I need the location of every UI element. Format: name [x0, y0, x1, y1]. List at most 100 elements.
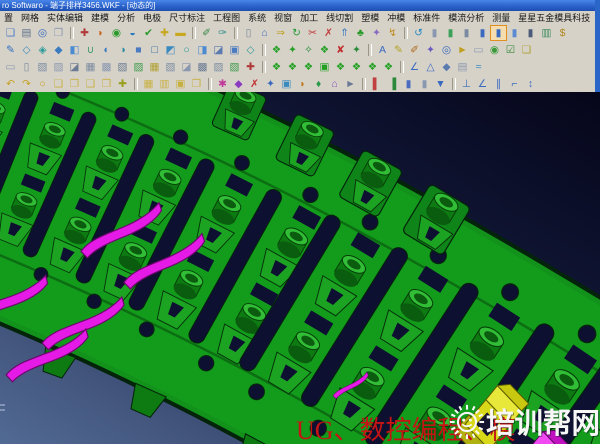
bar-green-icon[interactable]: ▐	[385, 77, 400, 91]
die-insert-icon[interactable]: ❖	[365, 60, 380, 74]
menu-item[interactable]: 测量	[488, 11, 514, 24]
refresh-icon[interactable]: ↻	[289, 26, 304, 40]
menu-item[interactable]: 视窗	[270, 11, 296, 24]
die-insert-icon[interactable]: ❖	[285, 60, 300, 74]
triangle-measure-icon[interactable]: △	[423, 60, 438, 74]
3d-viewport[interactable]	[0, 92, 600, 444]
paste-array-icon[interactable]: ▦	[141, 77, 156, 91]
layer-cylinder-icon[interactable]: ▮	[443, 26, 458, 40]
extend-icon[interactable]: ◑	[115, 43, 130, 57]
money-icon[interactable]: $	[555, 26, 570, 40]
minus-icon[interactable]: ▬	[173, 26, 188, 40]
datum-measure-icon[interactable]: ⌐	[507, 77, 522, 91]
paste-array-icon[interactable]: ❒	[189, 77, 204, 91]
arrow-up-icon[interactable]: ⇑	[337, 26, 352, 40]
surface-icon[interactable]: ◇	[19, 43, 34, 57]
block-solid-icon[interactable]: ▧	[163, 60, 178, 74]
pipe-icon[interactable]: ∪	[83, 43, 98, 57]
menu-item[interactable]: 冲模	[383, 11, 409, 24]
undo-icon[interactable]: ↶	[3, 77, 18, 91]
die-insert-icon[interactable]: ❖	[269, 60, 284, 74]
globe-icon[interactable]: ◒	[125, 26, 140, 40]
copy-page-icon[interactable]: ❐	[67, 77, 82, 91]
cylinder-solid-icon[interactable]: ▭	[3, 60, 18, 74]
helmet-icon[interactable]: ◗	[93, 26, 108, 40]
boolean-union-icon[interactable]: ❖	[269, 43, 284, 57]
menu-item[interactable]: 网格	[17, 11, 43, 24]
printer-icon[interactable]: ▤	[19, 26, 34, 40]
delete-tool-icon[interactable]: ✗	[247, 77, 262, 91]
menu-item[interactable]: 工程图	[209, 11, 244, 24]
compass-icon[interactable]: ✐	[199, 26, 214, 40]
add-page-icon[interactable]: ✚	[115, 77, 130, 91]
block-solid-icon[interactable]: ▨	[211, 60, 226, 74]
chamfer-icon[interactable]: ◇	[243, 43, 258, 57]
menu-item[interactable]: 标准件	[409, 11, 444, 24]
new-file-icon[interactable]: ❏	[3, 26, 18, 40]
toolbox-icon[interactable]: ✚	[77, 26, 92, 40]
heal-icon[interactable]: ✦	[349, 43, 364, 57]
block-solid-icon[interactable]: ◪	[67, 60, 82, 74]
search-icon[interactable]: ◎	[439, 43, 454, 57]
boolean-subtract-icon[interactable]: ✦	[285, 43, 300, 57]
sweep-icon[interactable]: ◆	[51, 43, 66, 57]
copy-page-icon[interactable]: ❒	[99, 77, 114, 91]
sync-icon[interactable]: ↺	[411, 26, 426, 40]
3d-viewport-canvas[interactable]	[0, 92, 600, 444]
check-icon[interactable]: ✔	[141, 26, 156, 40]
block-solid-icon[interactable]: ▩	[99, 60, 114, 74]
layer-cylinder-icon[interactable]: ▮	[475, 26, 490, 40]
wave-icon[interactable]: ≈	[471, 60, 486, 74]
lightning-icon[interactable]: ↯	[385, 26, 400, 40]
menu-item[interactable]: 建模	[87, 11, 113, 24]
paste-array-icon[interactable]: ▥	[157, 77, 172, 91]
check-doc-icon[interactable]: ☑	[503, 43, 518, 57]
loft-icon[interactable]: ◧	[67, 43, 82, 57]
gem-green-icon[interactable]: ♦	[311, 77, 326, 91]
revolve-icon[interactable]: ◐	[99, 43, 114, 57]
menu-item[interactable]: 线切割	[322, 11, 357, 24]
scissors-icon[interactable]: ✂	[305, 26, 320, 40]
flag-icon[interactable]: ►	[455, 43, 470, 57]
menu-item[interactable]: 尺寸标注	[165, 11, 209, 24]
circle-tool-icon[interactable]: ○	[35, 77, 50, 91]
block-solid-icon[interactable]: ▨	[51, 60, 66, 74]
offset-icon[interactable]: ◪	[211, 43, 226, 57]
die-insert-icon[interactable]: ❖	[349, 60, 364, 74]
perpendicular-measure-icon[interactable]: ⊥	[459, 77, 474, 91]
fillet-icon[interactable]: ▣	[227, 43, 242, 57]
block-solid-icon[interactable]: ▩	[195, 60, 210, 74]
trim-icon[interactable]: ◩	[163, 43, 178, 57]
die-insert-icon[interactable]: ❖	[381, 60, 396, 74]
annotate-icon[interactable]: ✎	[391, 43, 406, 57]
menu-item[interactable]: 模流分析	[444, 11, 488, 24]
traffic-light-icon[interactable]: ◉	[109, 26, 124, 40]
clipboard-icon[interactable]: ▥	[539, 26, 554, 40]
die-insert-icon[interactable]: ▣	[317, 60, 332, 74]
redo-arrow-icon[interactable]: ⇒	[273, 26, 288, 40]
redline-icon[interactable]: ✐	[407, 43, 422, 57]
pattern-icon[interactable]: ❖	[317, 43, 332, 57]
grid-icon[interactable]: ▤	[455, 60, 470, 74]
shell-icon[interactable]: □	[147, 43, 162, 57]
target-icon[interactable]: ◉	[487, 43, 502, 57]
die-insert-icon[interactable]: ❖	[301, 60, 316, 74]
block-yellow-icon[interactable]: ▦	[147, 60, 162, 74]
menu-item[interactable]: 分析	[113, 11, 139, 24]
menu-item[interactable]: 系统	[244, 11, 270, 24]
block-green-icon[interactable]: ▧	[227, 60, 242, 74]
layer-cylinder-icon[interactable]: ▮	[523, 26, 538, 40]
abc-text-icon[interactable]: A	[375, 43, 390, 57]
angle-measure-icon[interactable]: ∠	[475, 77, 490, 91]
delete-face-icon[interactable]: ✘	[333, 43, 348, 57]
home-icon[interactable]: ⌂	[257, 26, 272, 40]
layer-cylinder-selected-icon[interactable]: ▮	[491, 26, 506, 40]
menu-item[interactable]: 塑模	[357, 11, 383, 24]
funnel-icon[interactable]: ▼	[433, 77, 448, 91]
ruler-icon[interactable]: ▭	[471, 43, 486, 57]
gear-magenta-icon[interactable]: ✱	[215, 77, 230, 91]
box-blue-icon[interactable]: ▣	[279, 77, 294, 91]
title-bar[interactable]: ro Softwaro - 端子排样3456.WKF - [动态的]	[0, 0, 600, 11]
boolean-intersect-icon[interactable]: ✧	[301, 43, 316, 57]
menu-item[interactable]: 电极	[139, 11, 165, 24]
